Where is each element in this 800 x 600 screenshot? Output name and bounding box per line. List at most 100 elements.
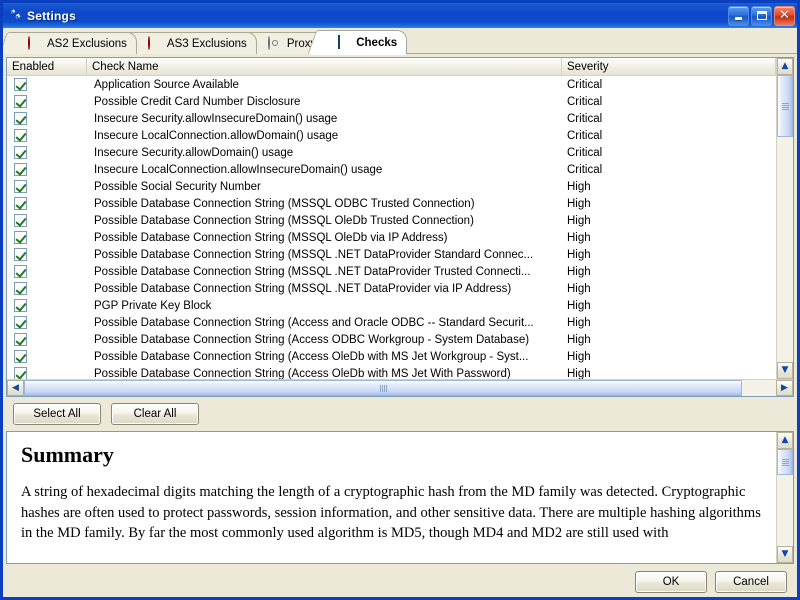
severity-cell: High (567, 333, 591, 346)
close-button[interactable]: ✕ (774, 5, 795, 26)
minimize-button[interactable] (728, 5, 749, 26)
summary-vertical-scrollbar[interactable]: ▲ ▼ (776, 432, 793, 563)
clear-all-button[interactable]: Clear All (111, 403, 199, 425)
column-header-severity[interactable]: Severity (562, 58, 776, 75)
check-name-cell: Application Source Available (94, 78, 239, 91)
enabled-checkbox[interactable] (14, 282, 27, 295)
minimize-icon (735, 17, 742, 20)
enabled-checkbox[interactable] (14, 163, 27, 176)
check-name-cell: Possible Database Connection String (Acc… (94, 333, 530, 346)
gears-icon (7, 8, 23, 24)
scroll-down-button[interactable]: ▼ (777, 546, 793, 563)
severity-cell: Critical (567, 95, 603, 108)
scroll-left-button[interactable]: ◀ (7, 380, 24, 396)
scroll-up-button[interactable]: ▲ (777, 58, 793, 75)
enabled-cell (7, 367, 87, 379)
enabled-checkbox[interactable] (14, 299, 27, 312)
enabled-checkbox[interactable] (14, 180, 27, 193)
tab-checks[interactable]: Checks (307, 30, 408, 55)
table-row[interactable]: Possible Database Connection String (MSS… (7, 229, 776, 246)
enabled-checkbox[interactable] (14, 197, 27, 210)
column-header-enabled[interactable]: Enabled (7, 58, 87, 75)
enabled-checkbox[interactable] (14, 129, 27, 142)
check-name-cell: Insecure LocalConnection.allowDomain() u… (94, 129, 339, 142)
table-row[interactable]: Possible Database Connection String (Acc… (7, 314, 776, 331)
tab-label: Checks (356, 36, 398, 49)
table-row[interactable]: Insecure Security.allowInsecureDomain() … (7, 110, 776, 127)
enabled-checkbox[interactable] (14, 248, 27, 261)
tab-as2-exclusions[interactable]: AS2 Exclusions (3, 32, 137, 54)
enabled-cell (7, 316, 87, 329)
checks-list-panel: Enabled Check Name Severity Application … (6, 57, 794, 397)
enabled-checkbox[interactable] (14, 231, 27, 244)
table-row[interactable]: Possible Database Connection String (MSS… (7, 246, 776, 263)
table-row[interactable]: Possible Database Connection String (MSS… (7, 280, 776, 297)
enabled-cell (7, 299, 87, 312)
enabled-checkbox[interactable] (14, 333, 27, 346)
check-name-cell: Insecure Security.allowInsecureDomain() … (94, 112, 338, 125)
enabled-cell (7, 282, 87, 295)
select-all-button[interactable]: Select All (13, 403, 101, 425)
table-row[interactable]: Insecure LocalConnection.allowInsecureDo… (7, 161, 776, 178)
severity-cell: High (567, 282, 591, 295)
table-row[interactable]: Possible Database Connection String (MSS… (7, 195, 776, 212)
scroll-thumb-h[interactable] (24, 380, 742, 396)
title-bar: Settings ✕ (3, 3, 797, 28)
maximize-icon (756, 11, 767, 20)
scroll-track[interactable] (777, 449, 793, 546)
enabled-cell (7, 129, 87, 142)
scroll-right-button[interactable]: ▶ (776, 380, 793, 396)
scroll-thumb[interactable] (777, 75, 793, 137)
table-row[interactable]: Possible Database Connection String (MSS… (7, 263, 776, 280)
table-row[interactable]: Possible Database Connection String (Acc… (7, 331, 776, 348)
table-row[interactable]: Application Source Available Critical (7, 76, 776, 93)
severity-cell: Critical (567, 78, 603, 91)
enabled-checkbox[interactable] (14, 214, 27, 227)
enabled-checkbox[interactable] (14, 265, 27, 278)
enabled-checkbox[interactable] (14, 112, 27, 125)
list-vertical-scrollbar[interactable]: ▲ ▼ (776, 58, 793, 379)
table-row[interactable]: PGP Private Key Block High (7, 297, 776, 314)
cancel-button[interactable]: Cancel (715, 571, 787, 593)
table-row[interactable]: Insecure LocalConnection.allowDomain() u… (7, 127, 776, 144)
maximize-button[interactable] (751, 5, 772, 26)
scroll-down-button[interactable]: ▼ (777, 362, 793, 379)
summary-content: Summary A string of hexadecimal digits m… (7, 432, 776, 563)
table-row[interactable]: Possible Credit Card Number Disclosure Cr… (7, 93, 776, 110)
severity-cell: High (567, 214, 591, 227)
enabled-checkbox[interactable] (14, 316, 27, 329)
check-name-cell: Possible Database Connection String (MSS… (94, 248, 534, 261)
scroll-track-h[interactable] (24, 380, 776, 396)
severity-cell: High (567, 180, 591, 193)
check-name-cell: Possible Social Security Number (94, 180, 261, 193)
enabled-checkbox[interactable] (14, 367, 27, 379)
table-row[interactable]: Possible Social Security Number High (7, 178, 776, 195)
ok-button[interactable]: OK (635, 571, 707, 593)
scroll-track[interactable] (777, 75, 793, 362)
enabled-cell (7, 180, 87, 193)
enabled-cell (7, 78, 87, 91)
enabled-cell (7, 95, 87, 108)
column-header-check-name[interactable]: Check Name (87, 58, 562, 75)
scroll-up-button[interactable]: ▲ (777, 432, 793, 449)
table-row[interactable]: Possible Database Connection String (Acc… (7, 365, 776, 379)
enabled-checkbox[interactable] (14, 95, 27, 108)
tab-as3-exclusions[interactable]: AS3 Exclusions (118, 32, 257, 54)
enabled-checkbox[interactable] (14, 350, 27, 363)
enabled-cell (7, 333, 87, 346)
enabled-checkbox[interactable] (14, 146, 27, 159)
enabled-checkbox[interactable] (14, 78, 27, 91)
tab-strip: AS2 Exclusions AS3 Exclusions Proxy Chec… (3, 28, 797, 55)
proxy-disc-icon (267, 35, 282, 51)
severity-cell: High (567, 316, 591, 329)
no-entry-icon (147, 35, 162, 51)
table-row[interactable]: Possible Database Connection String (MSS… (7, 212, 776, 229)
list-horizontal-scrollbar[interactable]: ◀ ▶ (7, 379, 793, 396)
table-row[interactable]: Insecure Security.allowDomain() usage Cri… (7, 144, 776, 161)
table-row[interactable]: Possible Database Connection String (Acc… (7, 348, 776, 365)
check-name-cell: Possible Database Connection String (MSS… (94, 265, 531, 278)
severity-cell: High (567, 248, 591, 261)
enabled-cell (7, 146, 87, 159)
check-name-cell: Insecure LocalConnection.allowInsecureDo… (94, 163, 383, 176)
scroll-thumb[interactable] (777, 449, 793, 475)
